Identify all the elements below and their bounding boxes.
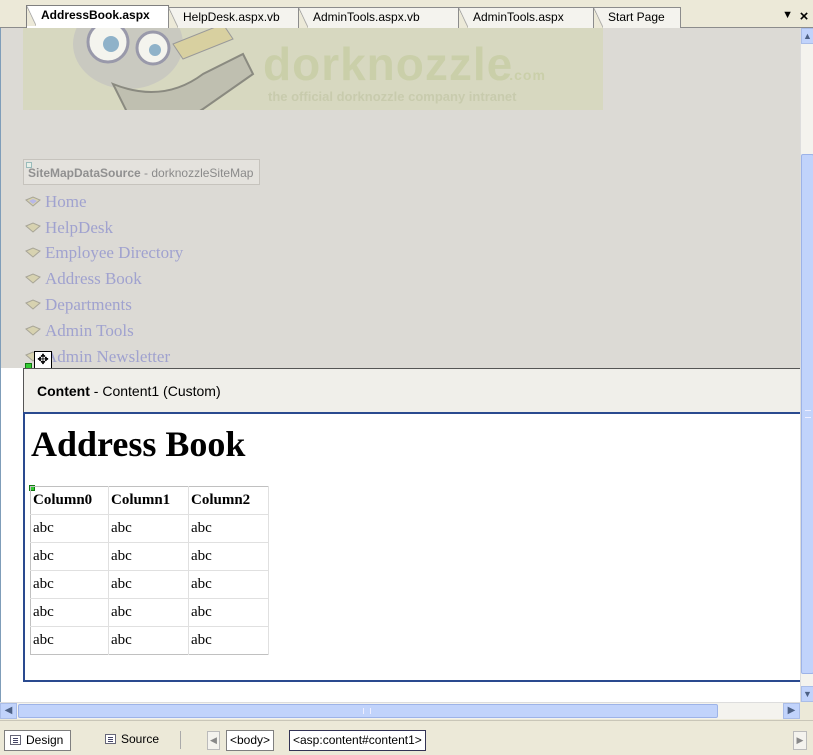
table-cell: abc	[108, 570, 189, 599]
table-header-row: Column0 Column1 Column2	[30, 486, 269, 515]
design-view-label: Design	[26, 733, 64, 747]
content-region-separator: -	[89, 383, 103, 399]
sitemap-datasource-id: dorknozzleSiteMap	[151, 166, 254, 180]
scroll-down-icon[interactable]: ▼	[801, 686, 813, 702]
table-row: abc abc abc	[30, 514, 269, 543]
source-view-icon	[105, 734, 116, 744]
view-switcher-bar: Design Source ◀ <body> <asp:content#cont…	[0, 720, 813, 755]
sitemap-datasource-control[interactable]: SiteMapDataSource - dorknozzleSiteMap	[23, 159, 261, 185]
horizontal-scrollbar[interactable]: ◀ ▶	[0, 702, 800, 719]
content-region-header[interactable]: Content - Content1 (Custom)	[23, 368, 800, 412]
table-cell: abc	[30, 626, 109, 655]
scroll-up-icon[interactable]: ▲	[801, 28, 813, 44]
menu-item-label: HelpDesk	[45, 217, 113, 237]
scroll-right-icon[interactable]: ▶	[793, 731, 807, 750]
column-header: Column1	[108, 486, 189, 515]
tab-start-page[interactable]: Start Page	[593, 7, 681, 28]
site-tagline: the official dorknozzle company intranet	[268, 89, 517, 104]
column-header: Column0	[30, 486, 109, 515]
menu-item-home[interactable]: Home	[25, 189, 183, 215]
table-cell: abc	[30, 514, 109, 543]
move-handle-icon[interactable]: ✥	[34, 351, 52, 369]
menu-item-label: Admin Newsletter	[45, 346, 171, 366]
table-cell: abc	[188, 598, 269, 627]
menu-item-employee-directory[interactable]: Employee Directory	[25, 241, 183, 267]
table-row: abc abc abc	[30, 570, 269, 599]
book-icon	[25, 325, 41, 336]
document-tab-strip: AddressBook.aspx HelpDesk.aspx.vb AdminT…	[0, 0, 813, 29]
horizontal-scroll-thumb[interactable]	[18, 704, 718, 718]
design-view-icon	[10, 735, 21, 745]
book-icon	[25, 196, 41, 207]
design-view-button[interactable]: Design	[4, 730, 72, 751]
menu-item-label: Address Book	[45, 269, 142, 289]
vertical-scroll-thumb[interactable]	[801, 154, 813, 674]
mascot-logo-image	[73, 28, 255, 110]
treeview-menu: Home HelpDesk Employee Directory Address…	[25, 189, 183, 370]
book-icon	[25, 247, 41, 259]
table-cell: abc	[30, 542, 109, 571]
book-icon	[25, 222, 41, 233]
column-header: Column2	[188, 486, 269, 515]
grip-icon	[805, 410, 811, 418]
tab-addressbook-aspx[interactable]: AddressBook.aspx	[26, 5, 169, 29]
table-row: abc abc abc	[30, 598, 269, 627]
visual-studio-editor: AddressBook.aspx HelpDesk.aspx.vb AdminT…	[0, 0, 813, 755]
table-cell: abc	[30, 598, 109, 627]
table-cell: abc	[188, 570, 269, 599]
sitemap-datasource-type: SiteMapDataSource	[28, 166, 141, 180]
tag-crumb-body[interactable]: <body>	[226, 730, 275, 751]
scroll-right-icon[interactable]: ▶	[783, 703, 800, 719]
site-logo: dorknozzle.com	[263, 38, 546, 90]
table-cell: abc	[108, 598, 189, 627]
scrollbar-corner	[800, 702, 813, 719]
table-cell: abc	[188, 542, 269, 571]
tag-crumb-content[interactable]: <asp:content#content1>	[289, 730, 426, 751]
content-region-id: Content1 (Custom)	[102, 383, 221, 399]
gridview-control[interactable]: Column0 Column1 Column2 abc abc abc abc …	[30, 486, 269, 655]
menu-item-helpdesk[interactable]: HelpDesk	[25, 215, 183, 241]
divider	[180, 731, 181, 749]
book-icon	[25, 299, 41, 310]
menu-item-address-book[interactable]: Address Book	[25, 266, 183, 292]
content-region-body[interactable]: Address Book Column0 Column1 Column2 abc…	[23, 412, 800, 682]
table-cell: abc	[30, 570, 109, 599]
page-title: Address Book	[31, 424, 246, 464]
tab-admintools-aspx-vb[interactable]: AdminTools.aspx.vb	[298, 7, 460, 28]
menu-item-departments[interactable]: Departments	[25, 292, 183, 318]
source-view-button[interactable]: Source	[100, 730, 166, 751]
table-cell: abc	[188, 514, 269, 543]
book-icon	[25, 273, 41, 284]
table-row: abc abc abc	[30, 542, 269, 571]
menu-item-admin-tools[interactable]: Admin Tools	[25, 318, 183, 344]
table-cell: abc	[108, 514, 189, 543]
design-surface[interactable]: dorknozzle.com the official dorknozzle c…	[0, 28, 800, 702]
table-cell: abc	[108, 542, 189, 571]
table-row: abc abc abc	[30, 626, 269, 655]
menu-item-label: Home	[45, 191, 87, 211]
source-view-label: Source	[121, 732, 160, 746]
table-cell: abc	[188, 626, 269, 655]
smart-tag-icon[interactable]	[26, 162, 32, 168]
tab-admintools-aspx[interactable]: AdminTools.aspx	[458, 7, 595, 28]
tab-helpdesk-aspx-vb[interactable]: HelpDesk.aspx.vb	[168, 7, 300, 28]
chevron-down-icon[interactable]: ▼	[782, 9, 793, 21]
master-page-area: dorknozzle.com the official dorknozzle c…	[1, 28, 800, 370]
vertical-scrollbar[interactable]: ▲ ▼	[800, 28, 813, 702]
scroll-left-icon[interactable]: ◀	[0, 703, 17, 719]
table-cell: abc	[108, 626, 189, 655]
close-icon[interactable]: ×	[797, 8, 811, 25]
grip-icon	[363, 708, 371, 714]
menu-item-label: Departments	[45, 295, 132, 315]
header-banner: dorknozzle.com the official dorknozzle c…	[23, 28, 603, 110]
content-region-type: Content	[37, 383, 90, 399]
menu-item-label: Employee Directory	[45, 243, 184, 263]
sitemap-datasource-separator: -	[140, 166, 152, 180]
menu-item-label: Admin Tools	[45, 320, 134, 340]
scroll-left-icon[interactable]: ◀	[207, 731, 220, 750]
